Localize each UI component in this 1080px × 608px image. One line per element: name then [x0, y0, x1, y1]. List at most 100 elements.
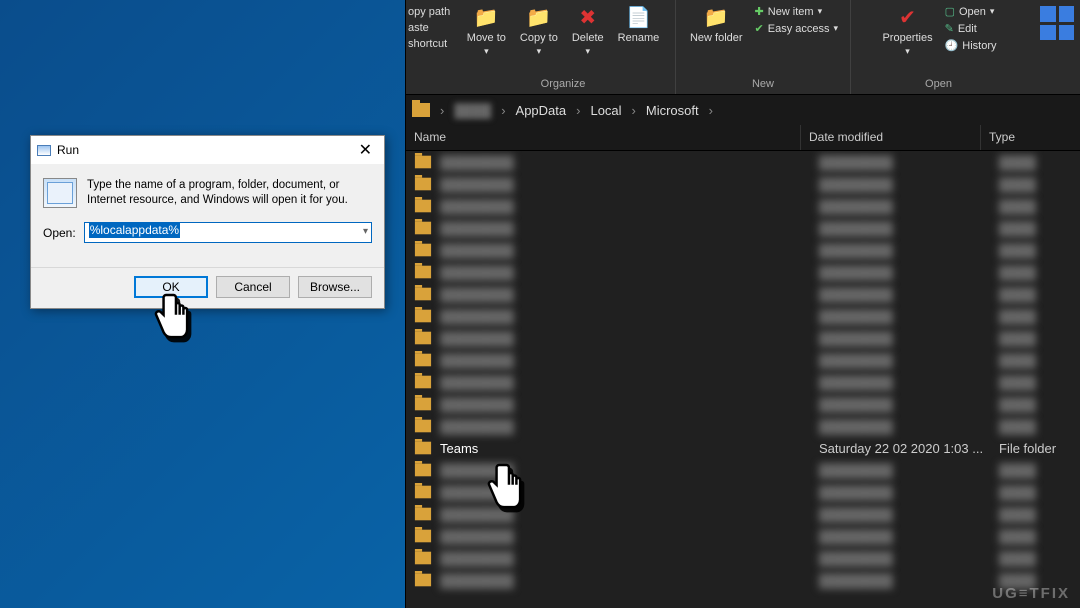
start-tiles-icon[interactable]	[1040, 6, 1074, 40]
item-name: Teams	[440, 441, 819, 456]
rename-icon: 📄	[625, 4, 651, 30]
chevron-right-icon: ›	[576, 103, 580, 118]
ok-button[interactable]: OK	[134, 276, 208, 298]
folder-icon	[415, 442, 431, 455]
history-label: History	[962, 40, 996, 52]
new-item-button[interactable]: ✚ New item ▾	[751, 4, 843, 19]
move-to-button[interactable]: 📁 Move to ▾	[461, 2, 512, 59]
move-to-label: Move to	[467, 32, 506, 44]
item-type: File folder	[999, 441, 1056, 456]
open-label: Open	[959, 6, 986, 18]
file-explorer-window: opy path aste shortcut 📁 Move to ▾ 📁 Cop…	[405, 0, 1080, 608]
rename-button[interactable]: 📄 Rename	[612, 2, 666, 46]
list-item[interactable]: ████████████████████	[406, 261, 1080, 283]
list-item[interactable]: ████████████████████	[406, 569, 1080, 591]
copy-to-button[interactable]: 📁 Copy to ▾	[514, 2, 564, 59]
ribbon: opy path aste shortcut 📁 Move to ▾ 📁 Cop…	[406, 0, 1080, 95]
open-button[interactable]: ▢ Open ▾	[941, 4, 1001, 19]
ribbon-group-open: ✔ Properties ▾ ▢ Open ▾ ✎ Edit 🕘	[851, 0, 1026, 94]
chevron-right-icon: ›	[632, 103, 636, 118]
delete-button[interactable]: ✖ Delete ▾	[566, 2, 610, 59]
list-item[interactable]: ████████████████████	[406, 327, 1080, 349]
properties-button[interactable]: ✔ Properties ▾	[876, 2, 938, 59]
list-item[interactable]: ████████████████████	[406, 283, 1080, 305]
new-item-icon: ✚	[755, 5, 764, 18]
chevron-right-icon: ›	[440, 103, 444, 118]
new-folder-button[interactable]: 📁 New folder	[684, 2, 749, 46]
folder-icon	[412, 103, 430, 117]
new-folder-icon: 📁	[703, 4, 729, 30]
list-item[interactable]: ████████████████████	[406, 195, 1080, 217]
history-icon: 🕘	[945, 39, 959, 52]
easy-access-label: Easy access	[768, 23, 830, 35]
edit-label: Edit	[958, 23, 977, 35]
easy-access-button[interactable]: ✔ Easy access ▾	[751, 21, 843, 36]
rename-label: Rename	[618, 32, 660, 44]
open-input[interactable]: %localappdata% ▾	[84, 222, 372, 243]
list-item[interactable]: ████████████████████	[406, 459, 1080, 481]
breadcrumb-item[interactable]: Local	[590, 103, 621, 118]
copy-to-label: Copy to	[520, 32, 558, 44]
list-item[interactable]: ████████████████████	[406, 305, 1080, 327]
delete-icon: ✖	[575, 4, 601, 30]
list-item[interactable]: ████████████████████	[406, 481, 1080, 503]
run-description: Type the name of a program, folder, docu…	[87, 178, 372, 208]
move-to-icon: 📁	[473, 4, 499, 30]
paste-shortcut-partial[interactable]: aste shortcut	[408, 20, 451, 52]
column-date[interactable]: Date modified	[801, 125, 981, 150]
list-item[interactable]: ████████████████████	[406, 151, 1080, 173]
list-item[interactable]: ████████████████████	[406, 415, 1080, 437]
list-item[interactable]: ████████████████████	[406, 217, 1080, 239]
copy-to-icon: 📁	[526, 4, 552, 30]
list-item[interactable]: ████████████████████	[406, 547, 1080, 569]
list-item-teams[interactable]: Teams Saturday 22 02 2020 1:03 ... File …	[406, 437, 1080, 459]
open-group-label: Open	[925, 76, 952, 94]
ribbon-clipboard-partial: opy path aste shortcut	[406, 0, 451, 94]
list-item[interactable]: ████████████████████	[406, 525, 1080, 547]
delete-label: Delete	[572, 32, 604, 44]
edit-icon: ✎	[945, 22, 954, 35]
breadcrumb-hidden: ████	[454, 103, 491, 118]
run-program-icon	[43, 178, 77, 208]
chevron-right-icon: ›	[501, 103, 505, 118]
open-label: Open:	[43, 226, 76, 240]
new-item-label: New item	[768, 6, 814, 18]
edit-button[interactable]: ✎ Edit	[941, 21, 1001, 36]
file-list: ████████████████████ ███████████████████…	[406, 151, 1080, 606]
breadcrumb-item[interactable]: Microsoft	[646, 103, 699, 118]
run-dialog: Run ✕ Type the name of a program, folder…	[30, 135, 385, 309]
organize-group-label: Organize	[541, 76, 586, 94]
easy-access-icon: ✔	[755, 22, 764, 35]
item-date: Saturday 22 02 2020 1:03 ...	[819, 441, 999, 456]
column-name[interactable]: Name	[406, 125, 801, 150]
close-icon[interactable]: ✕	[355, 140, 376, 160]
dropdown-arrow-icon[interactable]: ▾	[363, 226, 368, 237]
open-input-value: %localappdata%	[89, 222, 180, 238]
list-item[interactable]: ████████████████████	[406, 239, 1080, 261]
properties-icon: ✔	[895, 4, 921, 30]
new-group-label: New	[752, 76, 774, 94]
column-type[interactable]: Type	[981, 125, 1023, 150]
run-icon	[37, 145, 51, 156]
run-title: Run	[57, 143, 79, 157]
watermark: UG≡TFIX	[992, 585, 1070, 602]
ribbon-group-new: 📁 New folder ✚ New item ▾ ✔ Easy access …	[676, 0, 851, 94]
breadcrumb[interactable]: › ████ › AppData › Local › Microsoft ›	[406, 95, 1080, 125]
chevron-right-icon: ›	[709, 103, 713, 118]
history-button[interactable]: 🕘 History	[941, 38, 1001, 53]
run-titlebar[interactable]: Run ✕	[31, 136, 384, 164]
cancel-button[interactable]: Cancel	[216, 276, 290, 298]
list-item[interactable]: ████████████████████	[406, 349, 1080, 371]
open-icon: ▢	[945, 5, 955, 18]
browse-button[interactable]: Browse...	[298, 276, 372, 298]
column-headers: Name Date modified Type	[406, 125, 1080, 151]
breadcrumb-item[interactable]: AppData	[516, 103, 567, 118]
list-item[interactable]: ████████████████████	[406, 173, 1080, 195]
new-folder-label: New folder	[690, 32, 743, 44]
list-item[interactable]: ████████████████████	[406, 371, 1080, 393]
ribbon-group-organize: 📁 Move to ▾ 📁 Copy to ▾ ✖ Delete ▾ 📄 Ren…	[451, 0, 676, 94]
list-item[interactable]: ████████████████████	[406, 393, 1080, 415]
copy-path-partial[interactable]: opy path	[408, 4, 451, 20]
properties-label: Properties	[882, 32, 932, 44]
list-item[interactable]: ████████████████████	[406, 503, 1080, 525]
